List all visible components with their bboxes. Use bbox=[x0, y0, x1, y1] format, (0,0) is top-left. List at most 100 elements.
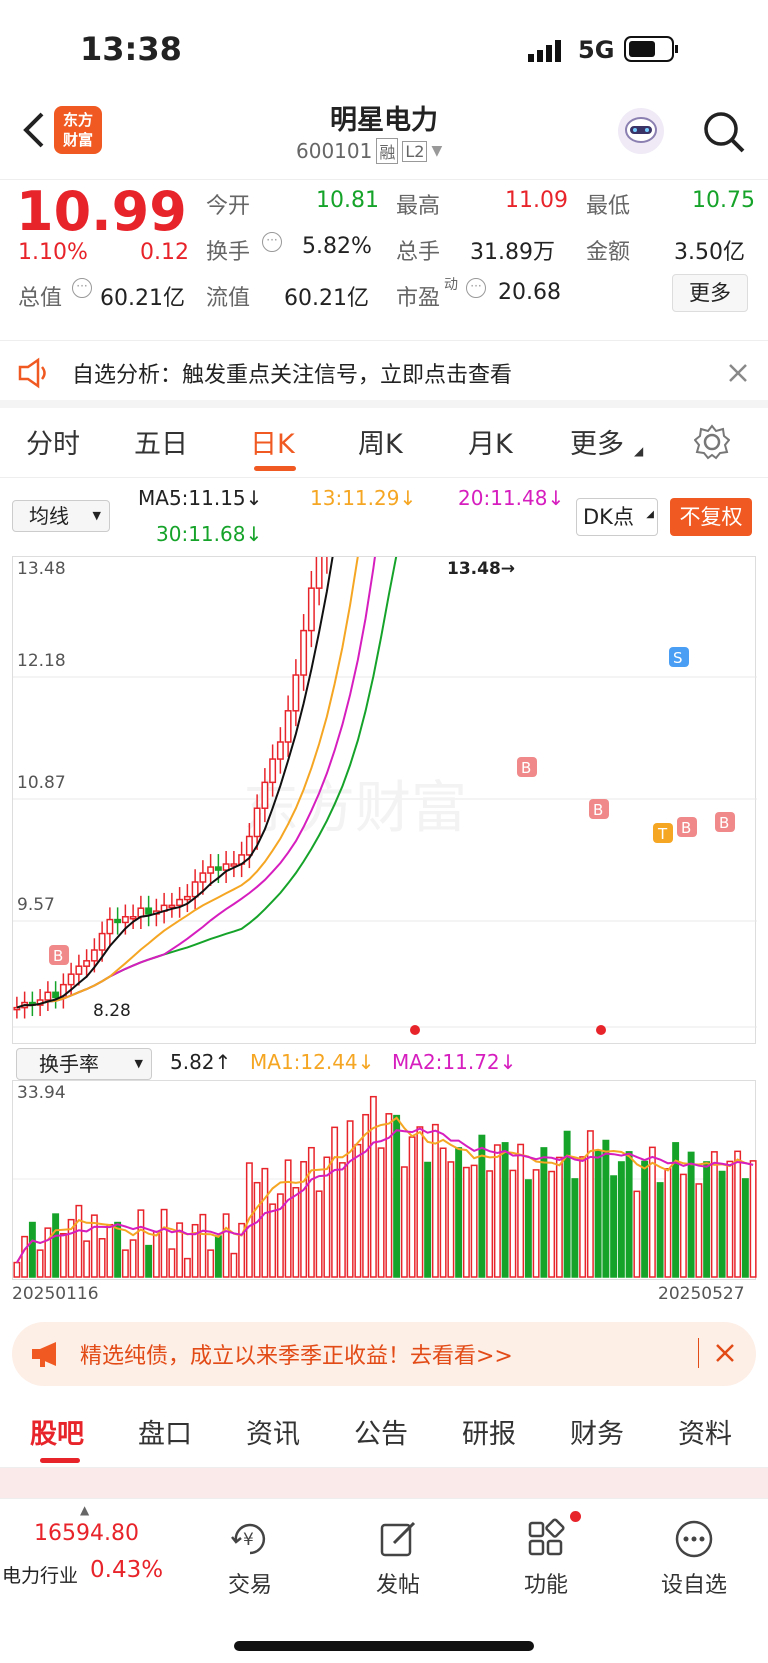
volume-bar bbox=[664, 1168, 672, 1278]
nav-post-label: 发帖 bbox=[375, 1573, 420, 1598]
robot-avatar-icon[interactable] bbox=[618, 108, 664, 154]
candle-body bbox=[315, 557, 323, 589]
tab-more[interactable]: 更多 bbox=[570, 422, 624, 461]
industry-index-value[interactable]: 16594.80 bbox=[34, 1521, 139, 1546]
open-value: 10.81 bbox=[316, 188, 379, 213]
settings-icon[interactable] bbox=[693, 424, 731, 460]
tab-financials[interactable]: 财务 bbox=[570, 1412, 624, 1451]
info-icon[interactable]: ··· bbox=[72, 278, 92, 298]
ad-banner[interactable]: 精选纯债，成立以来季季正收益！去看看>> bbox=[12, 1322, 756, 1386]
volume-bar bbox=[695, 1183, 703, 1278]
info-icon[interactable]: ··· bbox=[466, 278, 486, 298]
industry-pct[interactable]: 0.43% bbox=[90, 1557, 163, 1583]
candle-body bbox=[214, 866, 222, 871]
volume-bar bbox=[447, 1161, 455, 1278]
volume-bar bbox=[183, 1257, 191, 1278]
close-icon[interactable] bbox=[714, 1342, 736, 1364]
volume-bar bbox=[199, 1213, 207, 1278]
low-label-chart: 8.28 bbox=[93, 1001, 131, 1021]
status-bar: 13:38 5G bbox=[0, 0, 768, 100]
tab-announcements[interactable]: 公告 bbox=[354, 1412, 408, 1451]
volume-bar bbox=[718, 1170, 726, 1278]
nav-trade-label: 交易 bbox=[227, 1573, 272, 1598]
volume-bar bbox=[648, 1146, 656, 1278]
volume-bar bbox=[439, 1147, 447, 1278]
tab-news[interactable]: 资讯 bbox=[246, 1412, 300, 1451]
change-pct: 1.10% bbox=[18, 240, 88, 265]
volume-bar bbox=[734, 1150, 742, 1278]
signal-dot bbox=[596, 1025, 606, 1035]
y-label-3: 10.87 bbox=[17, 773, 66, 793]
buy-signal-icon[interactable]: B bbox=[677, 817, 697, 837]
dk-button[interactable]: DK点 ◢ bbox=[576, 498, 658, 536]
volume-selector[interactable]: 换手率 ▼ bbox=[16, 1048, 152, 1080]
ma13-value: 13:11.29↓ bbox=[310, 486, 417, 510]
tab-orderbook[interactable]: 盘口 bbox=[138, 1412, 192, 1451]
volume-bar bbox=[617, 1161, 625, 1278]
candle-body bbox=[114, 918, 122, 924]
tab-weekly-k[interactable]: 周K bbox=[358, 422, 403, 461]
volume-selector-label: 换手率 bbox=[39, 1052, 99, 1076]
low-label: 最低 bbox=[586, 194, 631, 219]
volume-bar bbox=[571, 1178, 579, 1278]
t-signal-icon[interactable]: T bbox=[653, 823, 673, 843]
volume-bar bbox=[230, 1252, 238, 1278]
sell-signal-icon[interactable]: S bbox=[669, 647, 689, 667]
candle-body bbox=[121, 916, 129, 924]
tab-profile[interactable]: 资料 bbox=[678, 1412, 732, 1451]
tab-research[interactable]: 研报 bbox=[462, 1412, 516, 1451]
amount-label: 金额 bbox=[586, 240, 631, 265]
ma-selector[interactable]: 均线 ▼ bbox=[12, 500, 110, 532]
tab-intraday[interactable]: 分时 bbox=[26, 422, 80, 461]
watermark: 东方财富 bbox=[243, 776, 467, 839]
volume-bar bbox=[98, 1238, 106, 1278]
buy-signal-icon[interactable]: B bbox=[517, 757, 537, 777]
unadjusted-button[interactable]: 不复权 bbox=[670, 498, 752, 536]
tab-daily-k[interactable]: 日K bbox=[250, 422, 295, 461]
candle-body bbox=[183, 895, 191, 901]
volume-bar bbox=[524, 1179, 532, 1278]
volume-top-label: 33.94 bbox=[17, 1083, 66, 1103]
volume-bar bbox=[13, 1261, 21, 1278]
candle-body bbox=[129, 916, 137, 920]
buy-signal-icon[interactable]: B bbox=[589, 799, 609, 819]
more-button[interactable]: 更多 bbox=[672, 274, 748, 312]
search-icon[interactable] bbox=[702, 110, 746, 154]
banner-text: 自选分析：触发重点关注信号，立即点击查看 bbox=[72, 363, 513, 388]
tab-monthly-k[interactable]: 月K bbox=[468, 422, 513, 461]
candle-body bbox=[83, 960, 91, 967]
ma-selector-label: 均线 bbox=[29, 504, 69, 528]
info-icon[interactable]: ··· bbox=[262, 232, 282, 252]
more-circle-icon bbox=[675, 1520, 713, 1558]
volume-bar bbox=[83, 1240, 91, 1278]
candle-body bbox=[44, 991, 52, 1001]
volume-chart[interactable]: 33.94 bbox=[12, 1080, 757, 1280]
dropdown-icon[interactable]: ▼ bbox=[431, 143, 442, 159]
kline-chart[interactable]: 东方财富 B B B B B T S 13.48 12.18 10.87 9.5… bbox=[12, 556, 757, 1044]
signal-banner[interactable]: 自选分析：触发重点关注信号，立即点击查看 bbox=[0, 340, 768, 408]
tab-forum[interactable]: 股吧 bbox=[30, 1412, 84, 1451]
candle-body bbox=[253, 807, 261, 838]
close-icon[interactable] bbox=[726, 361, 750, 385]
tab-five-day[interactable]: 五日 bbox=[134, 422, 188, 461]
candle-body bbox=[269, 758, 277, 784]
nav-functions[interactable]: 功能 bbox=[486, 1517, 606, 1599]
nav-add-watchlist[interactable]: 设自选 bbox=[634, 1517, 754, 1599]
nav-trade[interactable]: ¥ 交易 bbox=[190, 1517, 310, 1599]
low-value: 10.75 bbox=[692, 188, 755, 213]
peak-label: 13.48→ bbox=[447, 559, 516, 579]
battery-icon bbox=[624, 36, 680, 62]
volume-bar bbox=[579, 1156, 587, 1278]
l2-badge: L2 bbox=[402, 140, 428, 162]
nav-post[interactable]: 发帖 bbox=[338, 1517, 458, 1599]
high-label: 最高 bbox=[396, 194, 441, 219]
candle-body bbox=[300, 629, 308, 676]
industry-name[interactable]: 电力行业 bbox=[2, 1561, 78, 1588]
buy-signal-icon[interactable]: B bbox=[49, 945, 69, 965]
buy-signal-icon[interactable]: B bbox=[715, 812, 735, 832]
volume-bar bbox=[160, 1208, 168, 1278]
volume-bar bbox=[548, 1170, 556, 1278]
svg-text:T: T bbox=[657, 825, 668, 843]
y-label-top: 13.48 bbox=[17, 559, 66, 579]
volume-bar bbox=[393, 1114, 401, 1278]
